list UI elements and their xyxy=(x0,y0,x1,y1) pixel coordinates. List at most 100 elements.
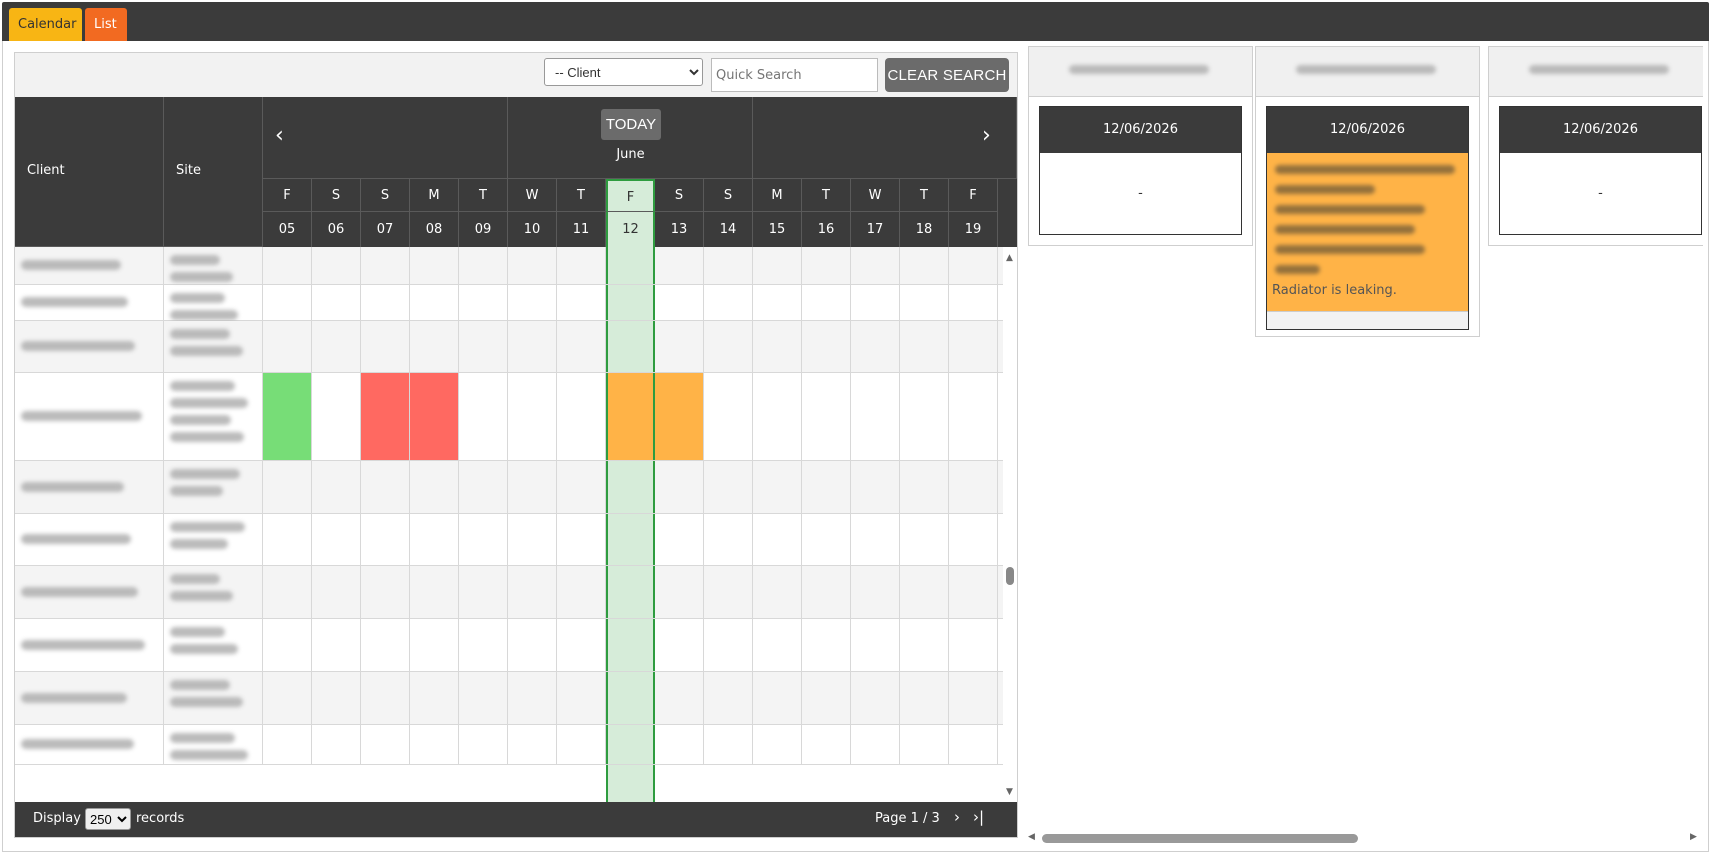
day-cell[interactable] xyxy=(459,619,508,671)
day-cell[interactable] xyxy=(508,566,557,618)
chevron-left-icon[interactable]: ‹ xyxy=(275,125,284,147)
day-cell[interactable] xyxy=(361,461,410,513)
day-cell[interactable] xyxy=(802,514,851,565)
day-cell[interactable] xyxy=(900,285,949,320)
records-per-page-select[interactable]: 250 xyxy=(85,808,131,830)
schedule-row[interactable] xyxy=(15,321,1003,373)
day-cell[interactable] xyxy=(263,725,312,764)
schedule-row[interactable] xyxy=(15,285,1003,321)
day-cell[interactable] xyxy=(312,514,361,565)
day-cell[interactable] xyxy=(459,566,508,618)
day-cell[interactable] xyxy=(704,725,753,764)
day-cell[interactable] xyxy=(459,514,508,565)
day-cell[interactable] xyxy=(557,725,606,764)
day-cell[interactable] xyxy=(655,619,704,671)
event-block-green[interactable] xyxy=(263,373,312,460)
day-cell[interactable] xyxy=(312,461,361,513)
schedule-row[interactable] xyxy=(15,514,1003,566)
schedule-row[interactable] xyxy=(15,619,1003,672)
day-cell[interactable] xyxy=(655,285,704,320)
day-cell[interactable] xyxy=(851,514,900,565)
day-cell[interactable] xyxy=(900,566,949,618)
day-cell[interactable] xyxy=(606,247,655,284)
day-cell[interactable] xyxy=(851,321,900,372)
day-cell[interactable] xyxy=(655,725,704,764)
day-cell[interactable] xyxy=(704,672,753,724)
day-cell[interactable] xyxy=(900,672,949,724)
schedule-row[interactable] xyxy=(15,247,1003,285)
day-cell[interactable] xyxy=(361,566,410,618)
schedule-row[interactable] xyxy=(15,373,1003,461)
day-cell[interactable] xyxy=(655,514,704,565)
day-cell[interactable] xyxy=(949,619,998,671)
horizontal-scrollbar[interactable]: ◀ ▶ xyxy=(1028,830,1703,846)
day-cell[interactable] xyxy=(949,321,998,372)
day-cell[interactable] xyxy=(459,461,508,513)
chevron-right-icon[interactable]: › xyxy=(982,125,991,147)
day-cell[interactable] xyxy=(606,725,655,764)
day-cell[interactable] xyxy=(900,373,949,460)
day-cell[interactable] xyxy=(802,461,851,513)
day-cell[interactable] xyxy=(704,321,753,372)
today-button[interactable]: TODAY xyxy=(601,109,661,140)
day-cell[interactable] xyxy=(410,247,459,284)
day-cell[interactable] xyxy=(263,619,312,671)
day-cell[interactable] xyxy=(459,321,508,372)
schedule-row[interactable] xyxy=(15,566,1003,619)
day-cell[interactable] xyxy=(459,373,508,460)
job-card-event[interactable]: Radiator is leaking. xyxy=(1267,153,1468,311)
day-cell[interactable] xyxy=(312,672,361,724)
day-cell[interactable] xyxy=(361,725,410,764)
day-cell[interactable] xyxy=(753,566,802,618)
day-cell[interactable] xyxy=(949,725,998,764)
day-cell[interactable] xyxy=(361,285,410,320)
day-cell[interactable] xyxy=(606,514,655,565)
scroll-left-icon[interactable]: ◀ xyxy=(1028,832,1035,842)
day-cell[interactable] xyxy=(753,725,802,764)
event-block-orange[interactable] xyxy=(606,373,655,460)
tab-calendar[interactable]: Calendar xyxy=(9,8,82,41)
day-cell[interactable] xyxy=(508,247,557,284)
day-cell[interactable] xyxy=(410,725,459,764)
day-cell[interactable] xyxy=(753,461,802,513)
day-cell[interactable] xyxy=(900,725,949,764)
day-cell[interactable] xyxy=(900,321,949,372)
scroll-thumb[interactable] xyxy=(1006,567,1014,585)
day-cell[interactable] xyxy=(459,672,508,724)
scroll-up-icon[interactable]: ▲ xyxy=(1006,253,1013,263)
day-cell[interactable] xyxy=(508,725,557,764)
day-cell[interactable] xyxy=(802,566,851,618)
day-cell[interactable] xyxy=(704,514,753,565)
quick-search-input[interactable] xyxy=(711,58,878,92)
day-cell[interactable] xyxy=(655,321,704,372)
day-cell[interactable] xyxy=(410,566,459,618)
day-cell[interactable] xyxy=(704,285,753,320)
day-cell[interactable] xyxy=(312,619,361,671)
day-cell[interactable] xyxy=(802,725,851,764)
day-cell[interactable] xyxy=(704,247,753,284)
day-cell[interactable] xyxy=(557,285,606,320)
day-cell[interactable] xyxy=(312,373,361,460)
day-cell[interactable] xyxy=(802,247,851,284)
day-cell[interactable] xyxy=(753,247,802,284)
day-cell[interactable] xyxy=(753,514,802,565)
day-cell[interactable] xyxy=(753,285,802,320)
schedule-row[interactable] xyxy=(15,461,1003,514)
day-cell[interactable] xyxy=(851,725,900,764)
scroll-down-icon[interactable]: ▼ xyxy=(1006,787,1013,797)
day-cell[interactable] xyxy=(557,514,606,565)
last-page-icon[interactable]: ›| xyxy=(973,808,984,826)
day-cell[interactable] xyxy=(655,672,704,724)
day-cell[interactable] xyxy=(704,566,753,618)
day-cell[interactable] xyxy=(802,619,851,671)
job-card[interactable]: 12/06/2026 Radiator is leaking. xyxy=(1255,46,1480,337)
day-cell[interactable] xyxy=(557,247,606,284)
client-filter-select[interactable]: -- Client xyxy=(544,58,703,86)
day-cell[interactable] xyxy=(802,373,851,460)
day-cell[interactable] xyxy=(851,619,900,671)
day-cell[interactable] xyxy=(704,619,753,671)
event-block-red[interactable] xyxy=(361,373,410,460)
day-cell[interactable] xyxy=(410,514,459,565)
day-cell[interactable] xyxy=(410,461,459,513)
day-cell[interactable] xyxy=(410,672,459,724)
